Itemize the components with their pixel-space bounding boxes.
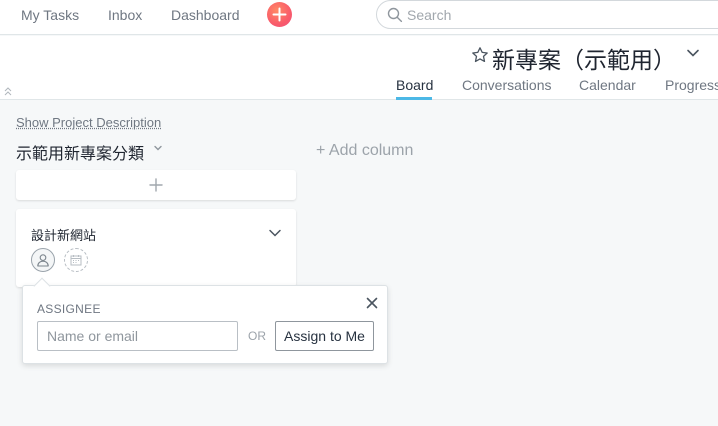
task-card-title: 設計新網站 <box>31 225 96 244</box>
tab-conversations[interactable]: Conversations <box>462 77 552 93</box>
add-column-button[interactable]: + Add column <box>316 142 413 160</box>
chevron-down-icon[interactable] <box>686 48 700 58</box>
search-placeholder: Search <box>407 7 451 23</box>
project-header: 新專案（示範用） Board Conversations Calendar Pr… <box>0 36 718 100</box>
due-date-button[interactable] <box>64 248 88 272</box>
add-task-button[interactable] <box>16 170 296 200</box>
assign-to-me-button[interactable]: Assign to Me <box>275 321 374 351</box>
task-card[interactable]: 設計新網站 <box>16 209 296 287</box>
search-input[interactable]: Search <box>376 0 718 29</box>
chevron-down-icon[interactable] <box>153 144 163 152</box>
chevron-down-icon[interactable] <box>268 228 282 238</box>
quick-add-button[interactable] <box>267 2 292 27</box>
nav-inbox[interactable]: Inbox <box>108 7 142 23</box>
plus-icon <box>149 178 163 192</box>
tab-board[interactable]: Board <box>396 77 433 93</box>
collapse-sidebar-icon[interactable] <box>4 86 12 96</box>
project-title: 新專案（示範用） <box>492 41 676 75</box>
assignee-name-input[interactable] <box>37 321 238 351</box>
assignee-button[interactable] <box>31 248 55 272</box>
person-icon <box>36 253 50 267</box>
plus-icon <box>272 7 287 22</box>
top-nav-bar: My Tasks Inbox Dashboard Search <box>0 0 718 35</box>
assignee-popover: ASSIGNEE OR Assign to Me <box>22 285 388 364</box>
show-project-description-link[interactable]: Show Project Description <box>16 115 161 130</box>
calendar-icon <box>70 254 82 266</box>
close-icon[interactable] <box>365 296 379 310</box>
or-separator: OR <box>248 329 266 343</box>
nav-dashboard[interactable]: Dashboard <box>171 7 240 23</box>
assignee-label: ASSIGNEE <box>37 302 101 316</box>
favorite-star-icon[interactable] <box>471 46 489 64</box>
tab-progress[interactable]: Progress <box>665 77 718 93</box>
search-icon <box>387 7 403 23</box>
column-title[interactable]: 示範用新專案分類 <box>16 140 144 164</box>
nav-my-tasks[interactable]: My Tasks <box>21 7 79 23</box>
tab-calendar[interactable]: Calendar <box>579 77 636 93</box>
active-tab-indicator <box>396 97 432 100</box>
